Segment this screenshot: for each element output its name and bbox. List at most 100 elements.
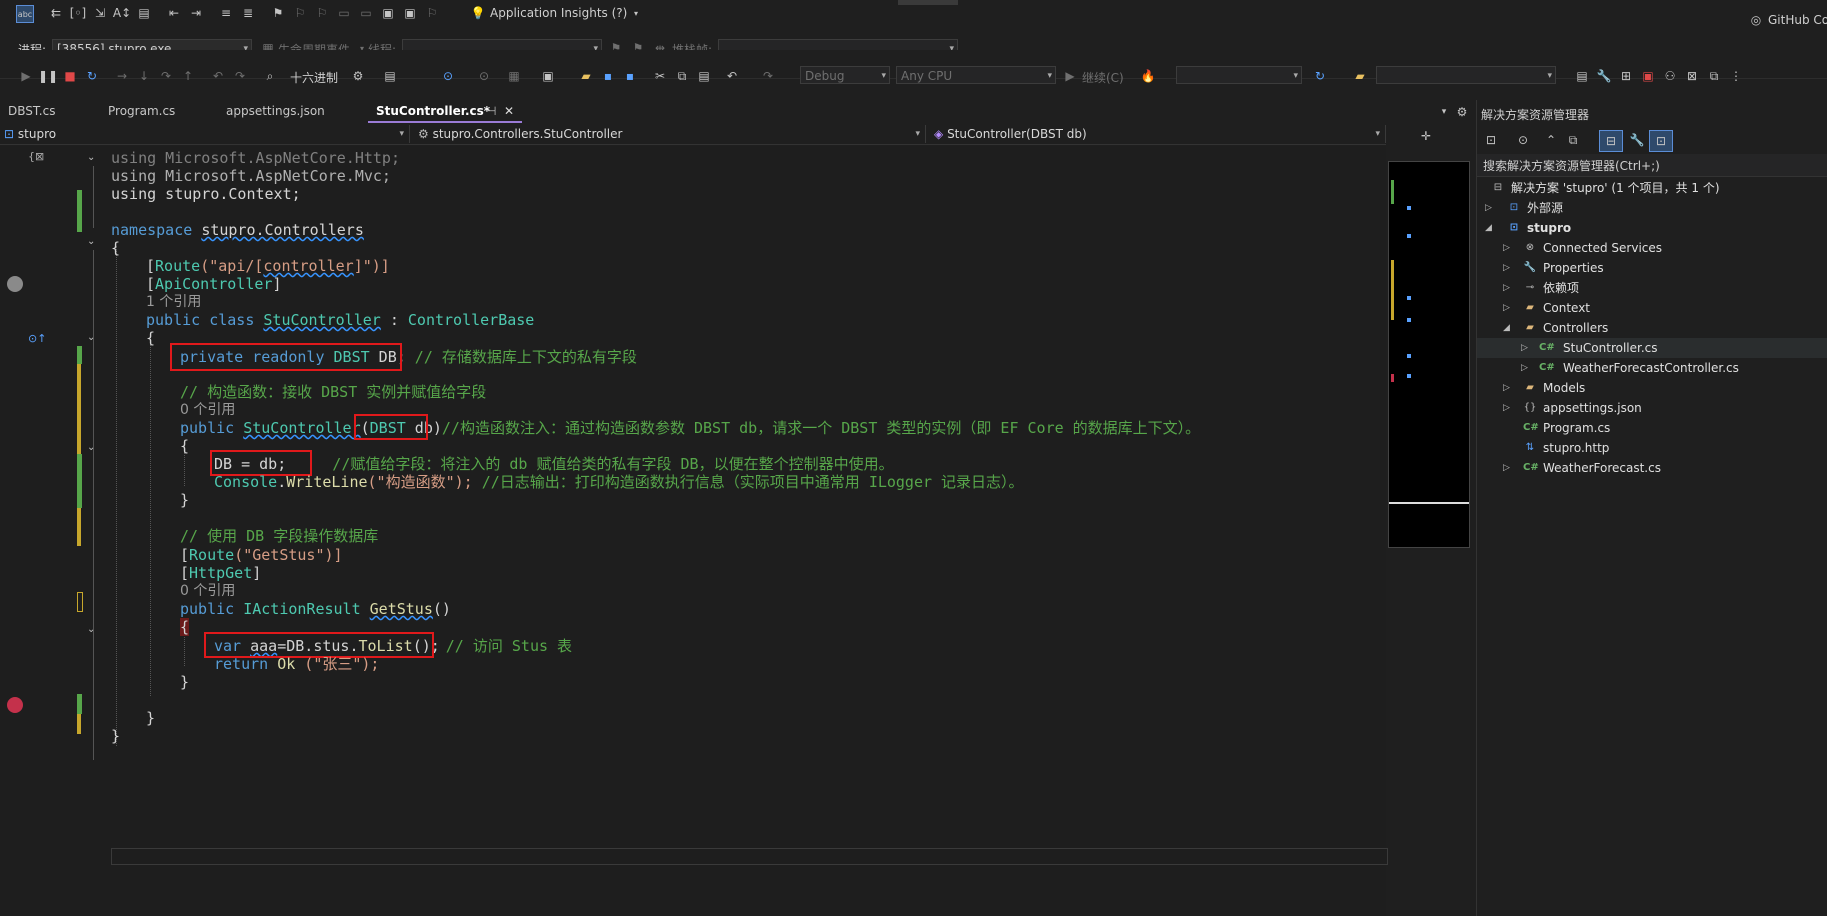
pause-icon[interactable]: ❚❚ — [38, 68, 58, 84]
new-item-icon[interactable]: ▦ — [506, 68, 522, 84]
fold-chevron-icon[interactable]: ⌄ — [87, 442, 95, 453]
horizontal-scrollbar[interactable] — [111, 848, 1388, 865]
add-item-icon[interactable]: ▣ — [540, 68, 556, 84]
comment-icon[interactable]: ⇲ — [92, 5, 108, 21]
open-folder-icon[interactable]: ▰ — [578, 68, 594, 84]
tab-list-icon[interactable]: ▾ — [1436, 104, 1452, 120]
play-icon[interactable]: ▶ — [18, 68, 34, 84]
stop-icon[interactable]: ■ — [62, 68, 78, 84]
platform-select[interactable]: Any CPU ▾ — [896, 66, 1056, 84]
code-lens-references[interactable]: 0 个引用 — [180, 400, 235, 420]
override-icon[interactable]: ⊙↑ — [28, 332, 46, 345]
indent-icon[interactable]: ⇥ — [188, 5, 204, 21]
split-icon[interactable]: ✛ — [1418, 128, 1434, 144]
expand-icon[interactable]: ▷ — [1503, 398, 1510, 418]
find-icon[interactable]: ⌕ — [262, 68, 278, 84]
pin-icon[interactable]: ⊣ — [486, 100, 496, 123]
step-back-icon[interactable]: ↶ — [210, 68, 226, 84]
wrench-icon[interactable]: 🔧 — [1596, 68, 1612, 84]
minimap[interactable] — [1388, 161, 1470, 548]
tree-item-program[interactable]: C# Program.cs — [1477, 418, 1827, 438]
property-icon[interactable]: ⊠ — [1684, 68, 1700, 84]
window-icon[interactable]: ▤ — [382, 68, 398, 84]
fold-chevron-icon[interactable]: ⌄ — [87, 624, 95, 635]
tree-item-external[interactable]: ▷ ⊡ 外部源 — [1477, 198, 1827, 218]
tree-item-dependencies[interactable]: ▷ ⊸ 依赖项 — [1477, 278, 1827, 298]
tab-dbst[interactable]: DBST.cs — [0, 100, 100, 123]
settings-gear-icon[interactable]: ⚙ — [1454, 104, 1470, 120]
tab-program[interactable]: Program.cs — [100, 100, 218, 123]
bookmark-folder-icon[interactable]: ▭ — [336, 5, 352, 21]
code-editor[interactable]: {⊠ ⊙↑ ⌄ ⌄ ⌄ ⌄ ⌄ using Microsoft.AspNetCo… — [0, 146, 1388, 916]
app-insights-button[interactable]: Application Insights (?) — [490, 6, 627, 20]
fold-chevron-icon[interactable]: ⌄ — [87, 236, 95, 247]
show-all-files-icon[interactable]: ⧉ — [1565, 132, 1581, 148]
bookmark-window-icon[interactable]: ▣ — [380, 5, 396, 21]
tab-stucontroller[interactable]: StuController.cs* ⊣ ✕ — [368, 100, 522, 123]
bookmark-prev-icon[interactable]: ⚐ — [292, 5, 308, 21]
paste-icon[interactable]: ▤ — [696, 68, 712, 84]
preview-icon[interactable]: ⊡ — [1649, 130, 1673, 152]
expand-icon[interactable]: ▷ — [1503, 238, 1510, 258]
bookmark-folder2-icon[interactable]: ▭ — [358, 5, 374, 21]
step-over-icon[interactable]: ↷ — [158, 68, 174, 84]
tree-item-models[interactable]: ▷ ▰ Models — [1477, 378, 1827, 398]
snippet-icon[interactable]: {⊠ — [28, 150, 44, 163]
restart-icon[interactable]: ↻ — [84, 68, 100, 84]
tab-appsettings[interactable]: appsettings.json — [218, 100, 368, 123]
windows-icon[interactable]: ⧉ — [1706, 68, 1722, 84]
expand-icon[interactable]: ▷ — [1485, 198, 1492, 218]
tree-item-controllers[interactable]: ◢ ▰ Controllers — [1477, 318, 1827, 338]
tree-item-stupro-http[interactable]: ⇅ stupro.http — [1477, 438, 1827, 458]
sync-icon[interactable]: ⊡ — [1483, 132, 1499, 148]
redo-icon[interactable]: ↷ — [760, 68, 776, 84]
team-icon[interactable]: ⚇ — [1662, 68, 1678, 84]
project-dropdown[interactable]: ⊡ stupro ▾ — [0, 125, 410, 143]
hot-reload-icon[interactable]: 🔥 — [1140, 68, 1156, 84]
save-icon[interactable]: ▪ — [600, 68, 616, 84]
collapse-arrow-icon[interactable]: ◢ — [1503, 318, 1510, 338]
tree-item-weatherforecastcontroller[interactable]: ▷ C# WeatherForecastController.cs — [1477, 358, 1827, 378]
undo-icon[interactable]: ↶ — [724, 68, 740, 84]
expand-icon[interactable]: ▷ — [1503, 378, 1510, 398]
comment-out-icon[interactable]: ≡ — [218, 5, 234, 21]
clipboard-icon[interactable]: ▤ — [136, 5, 152, 21]
refresh-icon[interactable]: ↻ — [1312, 68, 1328, 84]
bookmark-disable-icon[interactable]: ⚐ — [424, 5, 440, 21]
folder-icon[interactable]: ▰ — [1352, 68, 1368, 84]
format-icon[interactable]: ⇇ — [48, 5, 64, 21]
github-copilot-button[interactable]: GitHub Co — [1768, 13, 1827, 27]
filter-icon[interactable]: ⊟ — [1599, 130, 1623, 152]
tree-item-connected-services[interactable]: ▷ ⊗ Connected Services — [1477, 238, 1827, 258]
step-into-icon[interactable]: ↓ — [136, 68, 152, 84]
solution-config-select[interactable]: ▾ — [1376, 66, 1556, 84]
tree-item-weatherforecast[interactable]: ▷ C# WeatherForecast.cs — [1477, 458, 1827, 478]
sort-icon[interactable]: A↕ — [113, 5, 131, 21]
navigate-icon[interactable]: ⊙ — [440, 68, 456, 84]
fold-chevron-icon[interactable]: ⌄ — [87, 332, 95, 343]
expand-icon[interactable]: ▷ — [1521, 338, 1528, 358]
abc-spellcheck-icon[interactable]: abc — [16, 5, 34, 23]
minimap-viewport[interactable] — [1389, 162, 1469, 504]
step-out-icon[interactable]: ↑ — [180, 68, 196, 84]
toolbox-icon[interactable]: ▣ — [1640, 68, 1656, 84]
expand-icon[interactable]: ▷ — [1521, 358, 1528, 378]
outdent-icon[interactable]: ⇤ — [166, 5, 182, 21]
code-lens-references[interactable]: 0 个引用 — [180, 581, 235, 601]
properties-wrench-icon[interactable]: 🔧 — [1629, 132, 1645, 148]
expand-icon[interactable]: ▷ — [1503, 278, 1510, 298]
close-icon[interactable]: ✕ — [504, 100, 514, 123]
tool-icon[interactable]: ⊞ — [1618, 68, 1634, 84]
expand-icon[interactable]: ▷ — [1503, 298, 1510, 318]
uncomment-icon[interactable]: ≣ — [240, 5, 256, 21]
expand-icon[interactable]: ▷ — [1503, 258, 1510, 278]
configuration-select[interactable]: Debug ▾ — [800, 66, 890, 84]
tree-item-context[interactable]: ▷ ▰ Context — [1477, 298, 1827, 318]
chevron-down-icon[interactable]: ▾ — [628, 5, 644, 21]
fold-chevron-icon[interactable]: ⌄ — [87, 152, 95, 163]
startup-item-select[interactable]: ▾ — [1176, 66, 1302, 84]
step-forward-icon[interactable]: ↷ — [232, 68, 248, 84]
expand-icon[interactable]: ▷ — [1503, 458, 1510, 478]
copy-icon[interactable]: ⧉ — [674, 68, 690, 84]
solution-search-input[interactable]: 搜索解决方案资源管理器(Ctrl+;) — [1477, 154, 1827, 177]
